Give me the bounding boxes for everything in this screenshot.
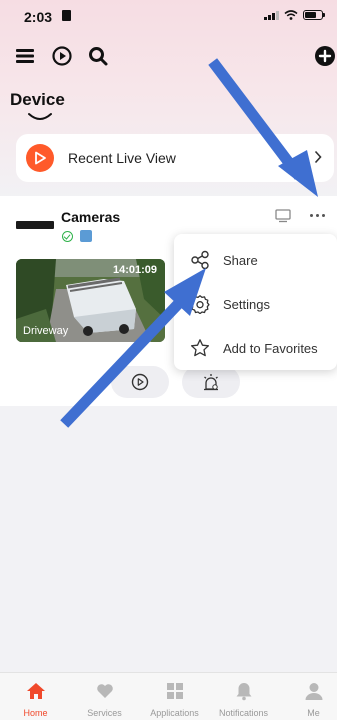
share-icon	[191, 250, 209, 270]
shared-badge-icon	[80, 230, 92, 242]
search-icon[interactable]	[86, 44, 110, 68]
online-status-icon	[62, 231, 73, 242]
menu-item-label: Share	[223, 253, 258, 268]
alarm-button[interactable]	[182, 366, 240, 398]
menu-item-settings[interactable]: Settings	[174, 284, 337, 324]
grid-icon	[166, 683, 183, 699]
more-options-icon[interactable]	[310, 214, 325, 217]
nvr-device-icon	[16, 221, 54, 229]
tab-services[interactable]: Services	[71, 673, 138, 720]
tab-label: Notifications	[218, 708, 269, 718]
menu-item-share[interactable]: Share	[174, 240, 337, 280]
play-circle-icon	[131, 373, 149, 391]
heart-icon	[96, 684, 113, 698]
tab-label: Me	[307, 708, 320, 718]
thumbnail-timestamp: 14:01:09	[112, 264, 157, 276]
chevron-right-icon	[314, 150, 322, 164]
person-icon	[305, 683, 322, 700]
add-device-icon[interactable]	[313, 44, 337, 68]
tab-me[interactable]: Me	[280, 673, 337, 720]
recent-live-view-card[interactable]: Recent Live View	[16, 134, 334, 182]
tab-label: Home	[23, 708, 48, 718]
screen-icon[interactable]	[275, 209, 291, 223]
device-context-menu: Share Settings Add to Favorites	[174, 234, 337, 370]
menu-icon[interactable]	[13, 44, 37, 68]
top-toolbar	[0, 44, 337, 72]
tab-notifications[interactable]: Notifications	[210, 673, 277, 720]
status-indicators	[264, 10, 325, 20]
live-view-icon	[26, 144, 54, 172]
recent-live-view-label: Recent Live View	[68, 150, 176, 166]
menu-item-add-to-favorites[interactable]: Add to Favorites	[174, 328, 337, 368]
device-name: Cameras	[61, 209, 121, 225]
lock-icon	[62, 10, 71, 21]
signal-icon	[264, 10, 279, 20]
gear-icon	[190, 295, 210, 314]
playback-icon[interactable]	[50, 44, 74, 68]
camera-thumbnail[interactable]: 14:01:09 Driveway	[16, 259, 165, 342]
tab-indicator	[28, 113, 52, 120]
tab-applications[interactable]: Applications	[141, 673, 208, 720]
tab-label: Applications	[150, 708, 199, 718]
alarm-light-icon	[204, 374, 218, 391]
playback-button[interactable]	[111, 366, 169, 398]
status-time: 2:03	[24, 9, 53, 25]
bell-icon	[236, 683, 251, 701]
bottom-tab-bar: Home Services Applications Notifications…	[0, 672, 337, 720]
thumbnail-camera-name: Driveway	[23, 325, 69, 337]
battery-icon	[303, 10, 325, 20]
menu-item-label: Add to Favorites	[223, 341, 318, 356]
tab-label: Services	[87, 708, 122, 718]
status-bar: 2:03	[0, 0, 337, 34]
star-icon	[190, 339, 210, 357]
menu-item-label: Settings	[223, 297, 270, 312]
tab-device[interactable]: Device	[10, 90, 65, 110]
home-icon	[26, 683, 45, 699]
wifi-icon	[284, 10, 298, 20]
tab-home[interactable]: Home	[2, 673, 69, 720]
